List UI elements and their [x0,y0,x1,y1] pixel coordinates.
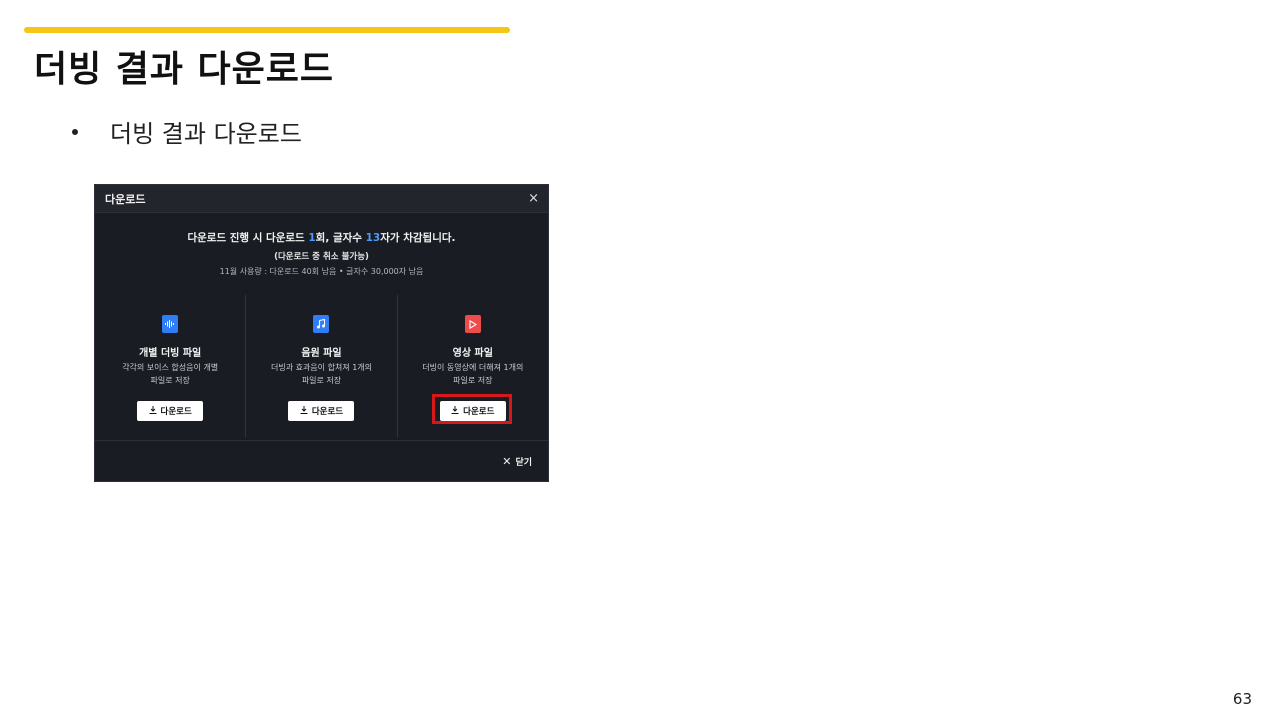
option-description: 더빙이 동영상에 더해져 1개의파일로 저장 [422,362,523,387]
close-button-label: 닫기 [515,457,532,468]
video-play-icon [464,315,481,333]
close-icon[interactable]: × [528,192,539,205]
download-button-audio[interactable]: 다운로드 [288,401,355,421]
download-count: 1 [308,232,316,244]
download-notice: 다운로드 진행 시 다운로드 1회, 글자수 13자가 차감됩니다. (다운로드… [95,230,548,277]
download-options: 개별 더빙 파일 각각의 보이스 합성음이 개별파일로 저장 다운로드 음원 파… [95,295,548,437]
dialog-title: 다운로드 [105,192,146,206]
option-desc-line1: 더빙과 효과음이 합쳐져 1개의 [270,363,373,372]
bullet-item: 더빙 결과 다운로드 [72,114,302,149]
close-button[interactable]: ✕ 닫기 [502,455,532,468]
notice-main-text: 다운로드 진행 시 다운로드 1회, 글자수 13자가 차감됩니다. [95,230,548,245]
option-title: 개별 더빙 파일 [139,348,202,359]
notice-text-part3: 자가 차감됩니다. [380,232,456,244]
option-description: 더빙과 효과음이 합쳐져 1개의파일로 저장 [271,362,372,387]
option-desc-line2: 파일로 저장 [150,375,190,385]
bullet-text: 더빙 결과 다운로드 [110,120,302,148]
download-button-label: 다운로드 [463,407,495,417]
download-button-video[interactable]: 다운로드 [439,401,506,421]
option-desc-line2: 파일로 저장 [301,375,342,385]
option-description: 각각의 보이스 합성음이 개별파일로 저장 [122,362,218,387]
option-desc-line2: 파일로 저장 [453,375,493,385]
slide-title: 더빙 결과 다운로드 [34,49,335,90]
dialog-header: 다운로드 × [95,185,548,213]
download-button-label: 다운로드 [160,407,192,417]
char-count: 13 [365,232,381,244]
option-audio-file: 음원 파일 더빙과 효과음이 합쳐져 1개의파일로 저장 다운로드 [245,295,396,437]
option-title: 음원 파일 [301,348,342,359]
notice-cancel-warning: (다운로드 중 취소 불가능) [274,252,369,262]
monthly-usage: 11월 사용량 : 다운로드 40회 남음 • 글자수 30,000자 남음 [219,267,424,276]
notice-text-part2: 회, 글자수 [315,232,366,244]
download-icon [149,405,157,417]
page-number: 63 [1232,690,1252,708]
download-button-label: 다운로드 [311,407,344,417]
option-title: 영상 파일 [452,348,493,359]
option-individual-dubbing: 개별 더빙 파일 각각의 보이스 합성음이 개별파일로 저장 다운로드 [95,295,245,437]
notice-text-part1: 다운로드 진행 시 다운로드 [187,232,309,244]
close-icon: ✕ [502,454,512,468]
download-dialog: 다운로드 × 다운로드 진행 시 다운로드 1회, 글자수 13자가 차감됩니다… [94,184,549,482]
option-desc-line1: 더빙이 동영상에 더해져 1개의 [422,363,524,372]
download-icon [451,405,459,417]
music-note-icon [313,315,330,333]
audio-wave-icon [162,315,179,333]
download-icon [300,405,308,417]
title-accent-bar [24,27,510,33]
dialog-footer: ✕ 닫기 [95,440,548,481]
option-video-file: 영상 파일 더빙이 동영상에 더해져 1개의파일로 저장 다운로드 [396,295,548,437]
option-desc-line1: 각각의 보이스 합성음이 개별 [122,363,219,372]
download-button-individual[interactable]: 다운로드 [137,401,204,421]
bullet-dot [72,128,78,135]
